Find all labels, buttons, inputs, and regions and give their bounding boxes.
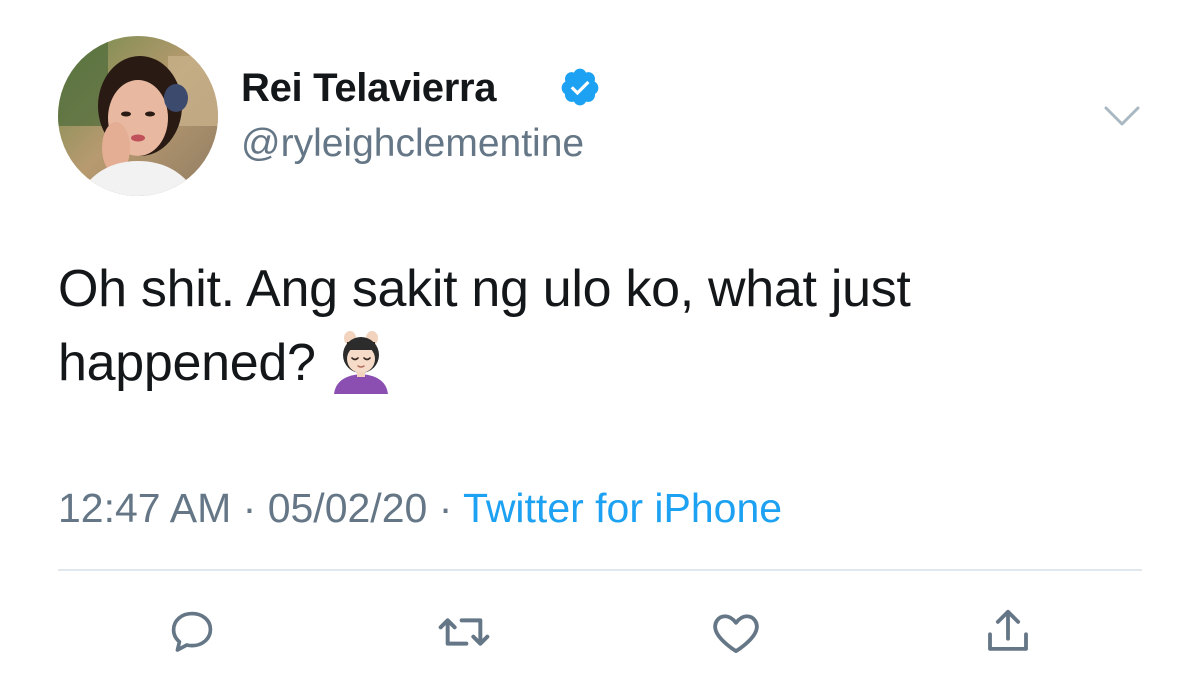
avatar-image xyxy=(58,36,218,196)
avatar[interactable] xyxy=(58,36,218,196)
handle[interactable]: @ryleighclementine xyxy=(241,121,584,167)
reply-button[interactable] xyxy=(164,604,220,660)
tweet-body: Oh shit. Ang sakit ng ulo ko, what just … xyxy=(58,260,911,392)
share-button[interactable] xyxy=(980,604,1036,660)
tweet-source-link[interactable]: Twitter for iPhone xyxy=(463,485,782,531)
reply-icon xyxy=(171,611,213,652)
meta-separator: · xyxy=(242,485,257,531)
heart-icon xyxy=(713,614,759,654)
like-button[interactable] xyxy=(708,604,764,660)
tweet-date: 05/02/20 xyxy=(267,485,428,531)
tweet-time: 12:47 AM xyxy=(58,485,232,531)
retweet-button[interactable] xyxy=(436,604,492,660)
tweet-text: Oh shit. Ang sakit ng ulo ko, what just … xyxy=(58,252,1148,400)
meta-separator: · xyxy=(438,485,453,531)
retweet-icon xyxy=(438,618,490,646)
head-massage-emoji xyxy=(333,331,388,394)
chevron-down-icon[interactable] xyxy=(1102,102,1142,130)
share-icon xyxy=(988,609,1028,651)
divider xyxy=(58,569,1142,571)
verified-badge-icon xyxy=(561,68,599,106)
tweet-meta: 12:47 AM · 05/02/20 · Twitter for iPhone xyxy=(58,483,782,533)
display-name[interactable]: Rei Telavierra xyxy=(241,64,497,112)
